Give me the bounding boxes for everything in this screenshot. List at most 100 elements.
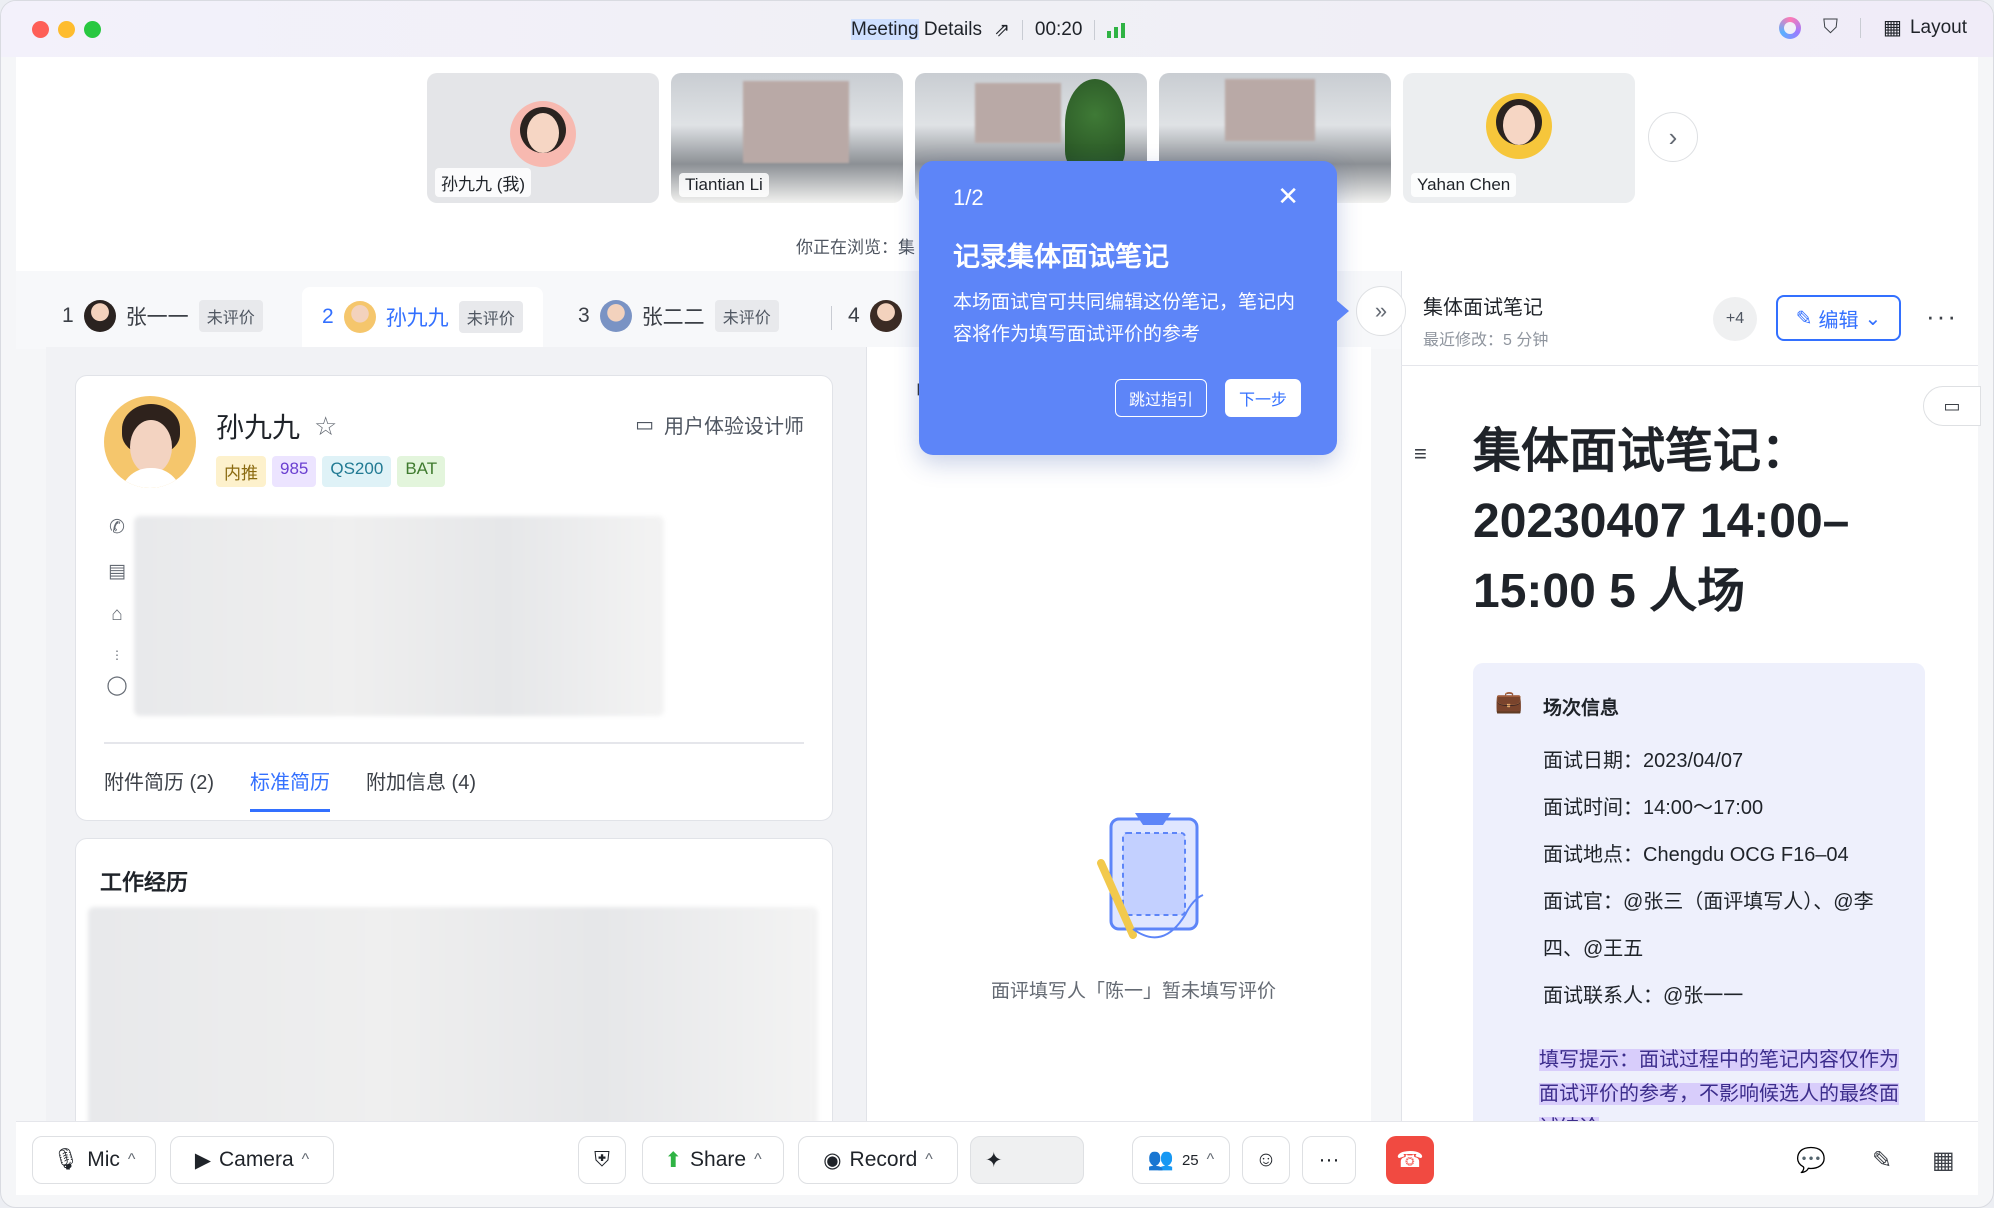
tab-standard-resume[interactable]: 标准简历 <box>250 766 330 812</box>
status-badge: 未评价 <box>458 301 523 333</box>
ai-assistant-icon[interactable] <box>1779 16 1802 39</box>
collaborators-count[interactable]: +4 <box>1713 297 1757 341</box>
share-link-icon[interactable]: ⇗ <box>994 19 1010 42</box>
next-step-button[interactable]: 下一步 <box>1225 379 1301 417</box>
smiley-icon: ☺ <box>1255 1148 1277 1171</box>
fill-hint-text: 填写提示：面试过程中的笔记内容仅作为面试评价的参考，不影响候选人的最终面试结论 <box>1539 1049 1899 1127</box>
camera-button[interactable]: ▶ Camera ^ <box>170 1136 334 1184</box>
participant-tile[interactable]: Yahan Chen <box>1403 73 1635 203</box>
record-button[interactable]: ◉ Record ^ <box>798 1136 958 1184</box>
evaluation-panel <box>866 347 1371 1127</box>
candidate-tab-active[interactable]: 2 孙九九 未评价 <box>302 287 543 347</box>
outline-icon[interactable]: ≡ <box>1414 441 1427 467</box>
guide-step: 1/2 <box>953 185 984 210</box>
expand-panel-button[interactable]: » <box>1356 286 1406 336</box>
tag: QS200 <box>322 456 392 487</box>
section-title: 工作经历 <box>100 870 189 895</box>
last-modified: 最近修改：5 分钟 <box>1423 332 1549 349</box>
candidate-tab[interactable]: 3 张二二 未评价 <box>578 293 779 339</box>
participants-button[interactable]: 👥 25 ^ <box>1132 1136 1230 1184</box>
plant <box>1065 79 1125 169</box>
face <box>130 420 172 474</box>
security-button[interactable]: ⛨ <box>578 1136 626 1184</box>
meeting-window: Meeting Details ⇗ 00:20 ⛉ ▦ Layout 孙九九 (… <box>0 0 1994 1208</box>
minimize-window-button[interactable] <box>58 21 75 38</box>
phone-icon: ✆ <box>109 517 125 538</box>
more-button[interactable]: ··· <box>1302 1136 1356 1184</box>
job-title-text: 用户体验设计师 <box>664 416 804 438</box>
record-icon: ◉ <box>823 1148 842 1172</box>
tab-additional-info[interactable]: 附加信息 (4) <box>366 766 476 812</box>
chat-icon[interactable]: 💬 <box>1796 1146 1826 1175</box>
chevron-up-icon: ^ <box>925 1151 933 1168</box>
edit-button[interactable]: ✎ 编辑 ⌄ <box>1776 295 1901 341</box>
divider <box>1094 20 1096 40</box>
participant-tile[interactable]: Tiantian Li <box>671 73 903 203</box>
leave-meeting-button[interactable]: ☎ <box>1386 1136 1434 1184</box>
share-label: Share <box>690 1148 747 1171</box>
divider <box>1021 20 1023 40</box>
maximize-window-button[interactable] <box>84 21 101 38</box>
meeting-details[interactable]: Meeting Details ⇗ 00:20 <box>851 17 1126 43</box>
camera-label: Camera <box>218 1148 294 1171</box>
camera-icon: ▶ <box>194 1148 211 1172</box>
status-badge: 未评价 <box>714 300 779 332</box>
status-badge: 未评价 <box>198 300 263 332</box>
lock-icon[interactable]: ⛉ <box>1823 16 1838 39</box>
face <box>1503 105 1535 145</box>
chevron-up-icon: ^ <box>754 1151 762 1168</box>
hang-up-icon: ☎ <box>1396 1147 1424 1172</box>
edit-label: 编辑 <box>1818 309 1859 332</box>
info-row: 面试地点：Chengdu OCG F16–04 <box>1543 844 1849 866</box>
share-button[interactable]: ⬆ Share ^ <box>642 1136 784 1184</box>
chevron-up-icon: ^ <box>127 1151 136 1168</box>
tab-attachments[interactable]: 附件简历 (2) <box>104 766 214 812</box>
avatar <box>343 301 376 333</box>
titlebar-actions: ⛉ ▦ Layout <box>1779 15 1967 40</box>
empty-evaluation-text: 面评填写人「陈一」暂未填写评价 <box>991 981 1277 1002</box>
tag: 内推 <box>216 456 266 487</box>
avatar <box>83 300 116 332</box>
candidate-name-row: 孙九九 ☆ <box>216 406 337 446</box>
next-participants-button[interactable]: › <box>1648 112 1698 162</box>
details-word: Details <box>923 19 982 40</box>
grid-view-icon[interactable]: ▦ <box>1932 1146 1955 1175</box>
signal-icon[interactable] <box>1107 22 1126 38</box>
record-label: Record <box>849 1148 918 1171</box>
skip-guide-button[interactable]: 跳过指引 <box>1115 379 1207 417</box>
participant-name: Yahan Chen <box>1411 173 1517 197</box>
blurred-face <box>1225 79 1315 141</box>
candidate-index: 3 <box>578 304 590 327</box>
info-row: 面试联系人：@张一一 <box>1543 985 1744 1007</box>
candidate-tab[interactable]: 1 张一一 未评价 <box>62 293 263 339</box>
participant-tile[interactable]: 孙九九 (我) <box>427 73 659 203</box>
more-options-icon[interactable]: ··· <box>1926 301 1958 332</box>
reactions-button[interactable]: ☺ <box>1242 1136 1290 1184</box>
meeting-timer: 00:20 <box>1034 19 1083 40</box>
meeting-word: Meeting <box>851 19 919 40</box>
notes-title: 集体面试笔记 <box>1423 297 1543 319</box>
chevron-down-icon: ⌄ <box>1864 307 1882 330</box>
star-icon[interactable]: ☆ <box>314 411 337 442</box>
info-row: 面试官：@张三（面评填写人）、@李四、@王五 <box>1543 891 1874 960</box>
document-title: 集体面试笔记：20230407 14:00–15:00 5 人场 <box>1473 425 1850 618</box>
person-icon: ◯ <box>106 675 128 696</box>
profile-card: 孙九九 ☆ ▭ 用户体验设计师 内推 985 QS200 BAT ✆ ▤ ⌂ ⋮… <box>75 375 833 821</box>
participant-name: 孙九九 (我) <box>435 168 532 197</box>
avatar <box>1486 93 1552 159</box>
close-window-button[interactable] <box>32 21 49 38</box>
briefcase-icon: 💼 <box>1495 689 1523 714</box>
candidate-name: 孙九九 <box>216 412 301 443</box>
notes-icon[interactable]: ✎ <box>1872 1146 1892 1175</box>
apps-button[interactable]: ✦ <box>970 1136 1084 1184</box>
fill-hint: 填写提示：面试过程中的笔记内容仅作为面试评价的参考，不影响候选人的最终面试结论 <box>1539 1043 1909 1127</box>
graduation-cap-icon: ⌂ <box>111 604 123 625</box>
layout-button[interactable]: ▦ Layout <box>1883 15 1967 40</box>
mic-button[interactable]: 🎙 Mic ^ <box>32 1136 156 1184</box>
close-icon[interactable]: ✕ <box>1277 181 1299 212</box>
candidate-index: 2 <box>322 305 334 328</box>
pencil-icon: ✎ <box>1795 307 1813 330</box>
candidate-tab[interactable]: 4 <box>848 293 902 339</box>
tag: BAT <box>397 456 446 487</box>
briefcase-icon: ▭ <box>635 414 654 436</box>
